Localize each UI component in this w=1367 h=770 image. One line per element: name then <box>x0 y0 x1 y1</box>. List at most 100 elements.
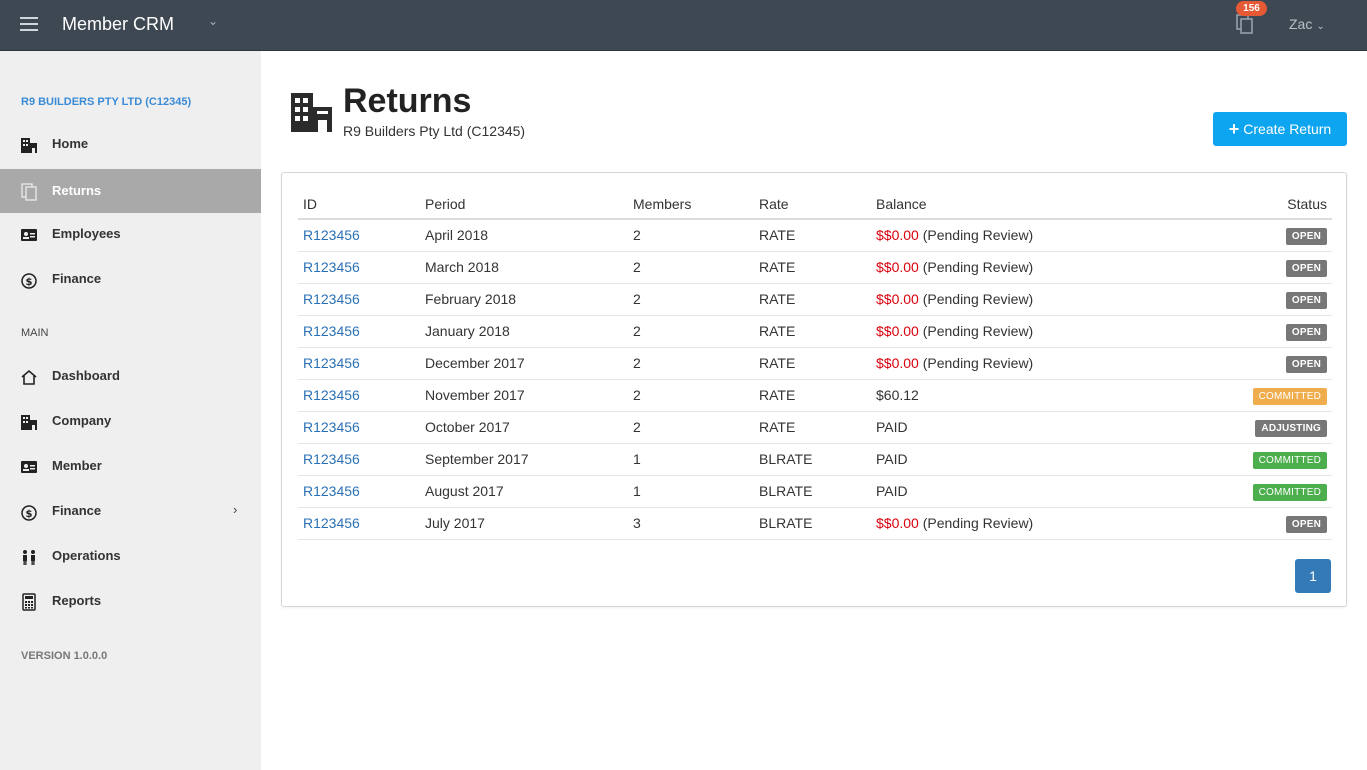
status-badge: ADJUSTING <box>1255 419 1327 437</box>
sidebar-item-label: Operations <box>52 548 121 563</box>
cell-status: COMMITTED <box>1191 475 1332 508</box>
sidebar-item-label: Finance <box>52 503 102 518</box>
sidebar-item-company[interactable]: Company <box>0 399 261 443</box>
balance-note: (Pending Review) <box>918 515 1034 531</box>
sidebar: R9 BUILDERS PTY LTD (C12345) Home Return… <box>0 51 261 770</box>
balance-amount: $$0.00 <box>876 355 919 371</box>
cell-members: 2 <box>628 219 754 252</box>
documents-icon <box>21 183 37 201</box>
sidebar-item-label: Returns <box>52 183 102 198</box>
cell-rate: RATE <box>754 219 871 252</box>
sidebar-item-label: Reports <box>52 593 102 608</box>
column-header-status: Status <box>1191 189 1332 220</box>
status-badge: COMMITTED <box>1252 387 1327 405</box>
sidebar-item-member[interactable]: Member <box>0 444 261 488</box>
cell-status: OPEN <box>1191 283 1332 316</box>
cell-id: R123456 <box>298 411 420 444</box>
return-id-link[interactable]: R123456 <box>303 419 360 435</box>
cell-members: 2 <box>628 315 754 348</box>
sidebar-item-finance[interactable]: $ Finance <box>0 257 261 301</box>
cell-balance: $$0.00 (Pending Review) <box>871 347 1191 380</box>
balance-value: PAID <box>876 419 908 435</box>
balance-note: (Pending Review) <box>918 323 1034 339</box>
cell-rate: BLRATE <box>754 475 871 508</box>
sidebar-item-operations[interactable]: Operations <box>0 534 261 578</box>
return-id-link[interactable]: R123456 <box>303 451 360 467</box>
balance-note: (Pending Review) <box>918 291 1034 307</box>
return-id-link[interactable]: R123456 <box>303 387 360 403</box>
page-subtitle: R9 Builders Pty Ltd (C12345) <box>343 123 526 139</box>
table-body: R123456 April 2018 2 RATE $$0.00 (Pending Re… <box>298 219 1332 540</box>
status-badge: COMMITTED <box>1252 483 1327 501</box>
cell-period: February 2018 <box>420 283 628 316</box>
notifications-documents-icon[interactable] <box>1236 14 1254 34</box>
cell-rate: RATE <box>754 283 871 316</box>
building-icon <box>21 415 37 430</box>
hamburger-menu-icon[interactable] <box>20 17 38 31</box>
dollar-icon: $ <box>21 273 37 289</box>
cell-balance: $$0.00 (Pending Review) <box>871 507 1191 540</box>
chevron-down-icon[interactable]: ⌄ <box>208 14 218 28</box>
return-id-link[interactable]: R123456 <box>303 291 360 307</box>
table-row: R123456 February 2018 2 RATE $$0.00 (Pending… <box>298 283 1332 316</box>
status-badge: OPEN <box>1285 323 1327 341</box>
plus-icon: + <box>1228 119 1240 139</box>
cell-id: R123456 <box>298 219 420 252</box>
cell-id: R123456 <box>298 475 420 508</box>
return-id-link[interactable]: R123456 <box>303 259 360 275</box>
pagination-page-button[interactable]: 1 <box>1295 559 1331 593</box>
cell-members: 3 <box>628 507 754 540</box>
cell-balance: $$0.00 (Pending Review) <box>871 251 1191 284</box>
column-header-rate: Rate <box>754 189 871 220</box>
sidebar-item-finance-main[interactable]: $ Finance › <box>0 489 261 533</box>
cell-balance: PAID <box>871 411 1191 444</box>
status-badge: OPEN <box>1285 227 1327 245</box>
status-badge: OPEN <box>1285 355 1327 373</box>
cell-period: April 2018 <box>420 219 628 252</box>
balance-amount: $$0.00 <box>876 323 919 339</box>
table-row: R123456 September 2017 1 BLRATE PAID COMMITTE… <box>298 443 1332 476</box>
sidebar-item-returns[interactable]: Returns <box>0 169 261 213</box>
create-return-button[interactable]: + Create Return <box>1213 112 1347 146</box>
sidebar-item-employees[interactable]: Employees <box>0 212 261 256</box>
notification-count-badge: 156 <box>1236 1 1267 16</box>
cell-status: OPEN <box>1191 251 1332 284</box>
cell-balance: $60.12 <box>871 379 1191 412</box>
building-icon <box>291 93 332 132</box>
cell-period: August 2017 <box>420 475 628 508</box>
cell-balance: PAID <box>871 443 1191 476</box>
column-header-members: Members <box>628 189 754 220</box>
cell-members: 2 <box>628 251 754 284</box>
balance-amount: $$0.00 <box>876 515 919 531</box>
table-row: R123456 October 2017 2 RATE PAID ADJUSTING <box>298 411 1332 444</box>
cell-members: 2 <box>628 411 754 444</box>
sidebar-item-home[interactable]: Home <box>0 122 261 166</box>
return-id-link[interactable]: R123456 <box>303 515 360 531</box>
return-id-link[interactable]: R123456 <box>303 483 360 499</box>
sidebar-item-label: Company <box>52 413 112 428</box>
return-id-link[interactable]: R123456 <box>303 227 360 243</box>
return-id-link[interactable]: R123456 <box>303 323 360 339</box>
cell-id: R123456 <box>298 283 420 316</box>
cell-balance: $$0.00 (Pending Review) <box>871 219 1191 252</box>
sidebar-item-dashboard[interactable]: Dashboard <box>0 354 261 398</box>
returns-panel: ID Period Members Rate Balance Status R1… <box>281 172 1347 607</box>
chevron-right-icon: › <box>233 502 238 517</box>
create-return-label: Create Return <box>1243 121 1332 137</box>
column-header-period: Period <box>420 189 628 220</box>
balance-value: $60.12 <box>876 387 919 403</box>
user-menu[interactable]: Zac ⌄ <box>1289 16 1325 32</box>
balance-value: PAID <box>876 483 908 499</box>
cell-balance: $$0.00 (Pending Review) <box>871 315 1191 348</box>
return-id-link[interactable]: R123456 <box>303 355 360 371</box>
balance-note: (Pending Review) <box>918 259 1034 275</box>
sidebar-item-label: Finance <box>52 271 102 286</box>
cell-status: ADJUSTING <box>1191 411 1332 444</box>
column-header-id: ID <box>298 189 420 220</box>
svg-text:$: $ <box>26 277 33 288</box>
column-header-balance: Balance <box>871 189 1191 220</box>
cell-period: November 2017 <box>420 379 628 412</box>
balance-amount: $$0.00 <box>876 291 919 307</box>
sidebar-item-reports[interactable]: Reports <box>0 579 261 623</box>
balance-value: PAID <box>876 451 908 467</box>
